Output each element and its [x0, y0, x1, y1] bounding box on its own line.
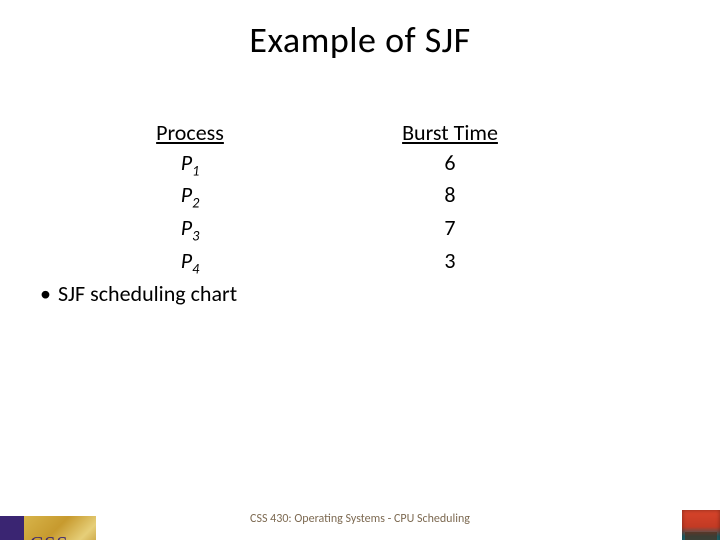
uw-css-logo: CSS — [0, 516, 96, 540]
table-row: P4 3 — [0, 246, 720, 279]
burst-cell: 3 — [340, 246, 560, 279]
content-area: Process Burst Time P1 6 P2 8 P3 7 P4 3 •… — [0, 118, 720, 307]
header-process: Process — [0, 118, 340, 148]
process-cell: P1 — [0, 148, 340, 181]
bullet-item: •SJF scheduling chart — [0, 280, 720, 307]
uw-stripe-icon — [0, 516, 24, 540]
slide-title: Example of SJF — [0, 18, 720, 62]
bullet-icon: • — [40, 280, 58, 307]
table-row: P2 8 — [0, 180, 720, 213]
table-header-row: Process Burst Time — [0, 118, 720, 148]
table-row: P1 6 — [0, 148, 720, 181]
process-cell: P3 — [0, 213, 340, 246]
burst-cell: 6 — [340, 148, 560, 181]
css-logo-text: CSS — [30, 533, 69, 540]
process-cell: P4 — [0, 246, 340, 279]
footer-text: CSS 430: Operating Systems - CPU Schedul… — [0, 512, 720, 526]
burst-cell: 8 — [340, 180, 560, 213]
textbook-thumbnail-icon — [682, 510, 720, 540]
burst-cell: 7 — [340, 213, 560, 246]
table-row: P3 7 — [0, 213, 720, 246]
process-cell: P2 — [0, 180, 340, 213]
header-burst: Burst Time — [340, 118, 560, 148]
